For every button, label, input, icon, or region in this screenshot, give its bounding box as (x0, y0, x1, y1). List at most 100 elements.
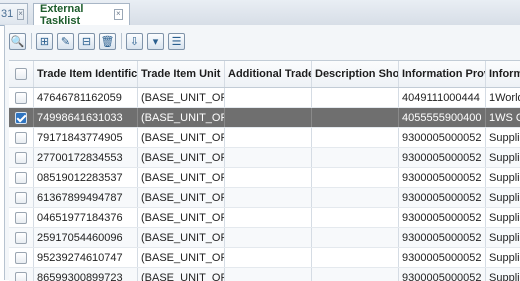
row-select-cell[interactable] (9, 228, 34, 247)
table-cell: Supplier (486, 248, 520, 267)
table-cell (312, 248, 399, 267)
table-row[interactable]: 61367899494787(BASE_UNIT_OR_E93000050000… (9, 188, 520, 208)
tab-strip: 31 × External Tasklist × (0, 0, 520, 26)
table-cell: (BASE_UNIT_OR_E (138, 248, 225, 267)
row-checkbox[interactable] (15, 92, 27, 104)
search-button[interactable]: 🔍 (9, 33, 26, 50)
table-row[interactable]: 04651977184376(BASE_UNIT_OR_E93000050000… (9, 208, 520, 228)
toolbar: 🔍 ⊞✎ ⊟ 🗑 ⇩ ▾ ☰ (9, 29, 520, 53)
table-cell (312, 188, 399, 207)
table-cell (312, 228, 399, 247)
row-checkbox[interactable] (15, 252, 27, 264)
table-row[interactable]: 74998641631033(BASE_UNIT_OR_E 40555559004… (9, 108, 520, 128)
trash-icon: 🗑 (101, 35, 115, 48)
table-cell: 79171843774905 (34, 128, 138, 147)
tab-previous[interactable]: 31 × (0, 3, 28, 24)
row-select-cell[interactable] (9, 188, 34, 207)
table-cell: 9300005000052 (399, 228, 486, 247)
tasklist-panel: 🔍 ⊞✎ ⊟ 🗑 ⇩ ▾ ☰ Trade Item Identific Trade Item… (4, 25, 520, 280)
table-cell (312, 168, 399, 187)
grid-header-row: Trade Item Identific Trade Item Unit De … (9, 61, 520, 88)
row-checkbox[interactable] (15, 152, 27, 164)
row-select-cell[interactable] (9, 208, 34, 227)
table-cell: 4055555900400 (399, 108, 486, 127)
table-cell (312, 208, 399, 227)
row-checkbox[interactable] (15, 192, 27, 204)
toolbar-separator (121, 33, 122, 49)
table-cell (225, 188, 312, 207)
row-checkbox[interactable] (15, 132, 27, 144)
table-row[interactable]: 27700172834553(BASE_UNIT_OR_E93000050000… (9, 148, 520, 168)
table-cell (225, 168, 312, 187)
table-cell: 27700172834553 (34, 148, 138, 167)
tab-external-tasklist[interactable]: External Tasklist × (33, 3, 130, 25)
toolbar-separator (31, 33, 32, 49)
column-header[interactable]: Description Short (312, 61, 399, 87)
table-cell (225, 228, 312, 247)
table-cell: (BASE_UNIT_OR_E (138, 228, 225, 247)
row-select-cell[interactable] (9, 248, 34, 267)
row-checkbox[interactable] (15, 112, 27, 124)
table-row[interactable]: 25917054460096(BASE_UNIT_OR_E93000050000… (9, 228, 520, 248)
column-header[interactable]: Additional Trade It (225, 61, 312, 87)
table-cell (225, 128, 312, 147)
row-select-cell[interactable] (9, 128, 34, 147)
row-checkbox[interactable] (15, 172, 27, 184)
table-cell (225, 268, 312, 281)
details-button[interactable]: ☰ (168, 33, 185, 50)
edit-button[interactable]: ✎ (57, 33, 74, 50)
table-cell: (BASE_UNIT_OR_E (138, 208, 225, 227)
table-cell (312, 148, 399, 167)
table-cell (312, 268, 399, 281)
table-cell: (BASE_UNIT_OR_E (138, 268, 225, 281)
tab-previous-label: 31 (1, 8, 13, 20)
table-cell: 9300005000052 (399, 248, 486, 267)
close-icon[interactable]: × (114, 9, 123, 20)
dropdown-button[interactable]: ▾ (147, 33, 164, 50)
select-all-cell[interactable] (9, 61, 34, 87)
column-header[interactable]: Trade Item Identific (34, 61, 138, 87)
table-row[interactable]: 79171843774905(BASE_UNIT_OR_E93000050000… (9, 128, 520, 148)
table-cell: (BASE_UNIT_OR_E (138, 108, 225, 127)
table-cell: 86599300899723 (34, 268, 138, 281)
table-cell: 9300005000052 (399, 188, 486, 207)
table-cell: Supplier (486, 268, 520, 281)
table-cell (225, 208, 312, 227)
row-select-cell[interactable] (9, 168, 34, 187)
table-cell: 95239274610747 (34, 248, 138, 267)
row-checkbox[interactable] (15, 232, 27, 244)
column-header[interactable]: Information Provid (399, 61, 486, 87)
delete-row-button[interactable]: ⊟ (78, 33, 95, 50)
tasklist-grid: Trade Item Identific Trade Item Unit De … (9, 60, 520, 281)
table-cell: (BASE_UNIT_OR_E (138, 168, 225, 187)
table-cell: 08519012283537 (34, 168, 138, 187)
table-cell (225, 248, 312, 267)
trash-button[interactable]: 🗑 (99, 33, 116, 50)
table-row[interactable]: 95239274610747(BASE_UNIT_OR_E 93000050000… (9, 248, 520, 268)
table-cell: 47646781162059 (34, 88, 138, 107)
row-select-cell[interactable] (9, 148, 34, 167)
table-cell: 74998641631033 (34, 108, 138, 127)
table-cell: (BASE_UNIT_OR_E (138, 128, 225, 147)
column-header[interactable]: Informa (486, 61, 520, 87)
table-cell: 1WorldS (486, 88, 520, 107)
column-header[interactable]: Trade Item Unit De (138, 61, 225, 87)
row-select-cell[interactable] (9, 268, 34, 281)
row-select-cell[interactable] (9, 108, 34, 127)
table-cell: Supplier (486, 168, 520, 187)
close-icon[interactable]: × (17, 9, 24, 20)
table-row[interactable]: 47646781162059(BASE_UNIT_OR_E40491110004… (9, 88, 520, 108)
select-all-checkbox[interactable] (15, 68, 27, 80)
export-button[interactable]: ⇩ (126, 33, 143, 50)
table-cell (225, 148, 312, 167)
table-row[interactable]: 08519012283537(BASE_UNIT_OR_E93000050000… (9, 168, 520, 188)
table-row[interactable]: 86599300899723(BASE_UNIT_OR_E93000050000… (9, 268, 520, 281)
table-cell (312, 128, 399, 147)
table-cell: (BASE_UNIT_OR_E (138, 88, 225, 107)
add-button[interactable]: ⊞ (36, 33, 53, 50)
table-cell (312, 88, 399, 107)
dropdown-icon: ▾ (153, 35, 159, 48)
row-select-cell[interactable] (9, 88, 34, 107)
row-checkbox[interactable] (15, 212, 27, 224)
delete-row-icon: ⊟ (82, 35, 91, 48)
